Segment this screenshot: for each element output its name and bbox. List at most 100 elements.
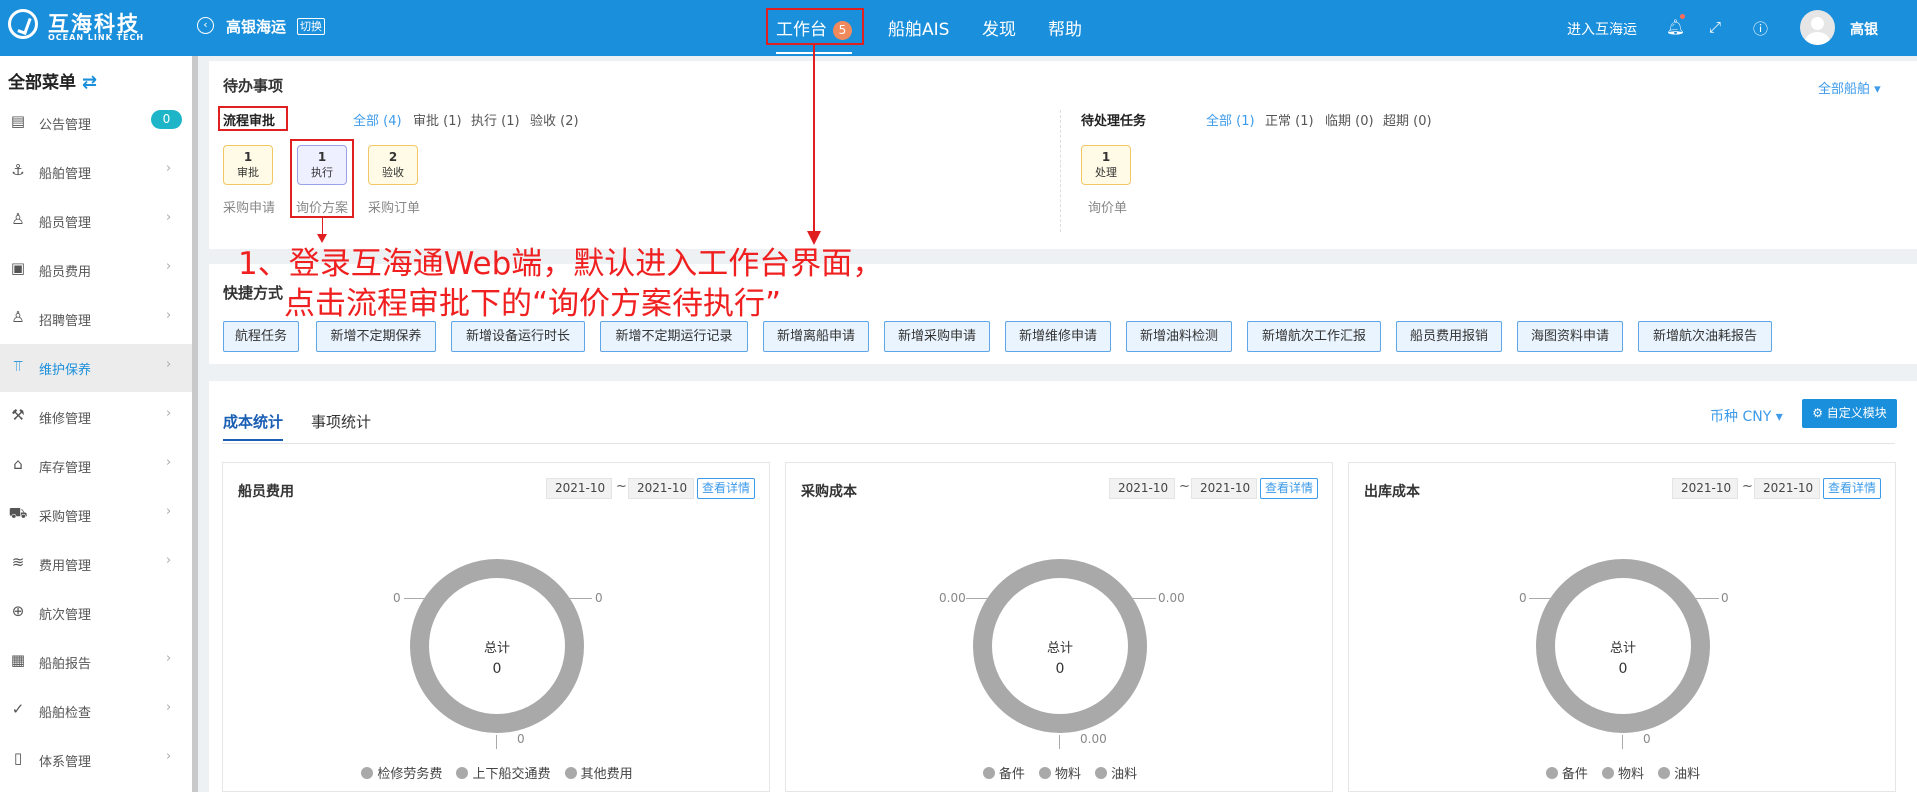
chart-legend: 检修劳务费 上下船交通费 其他费用 [223, 763, 771, 782]
shortcut-add-irregular-maintenance-button[interactable]: 新增不定期保养 [316, 321, 436, 352]
shortcut-crew-expense-claim-button[interactable]: 船员费用报销 [1396, 321, 1502, 352]
fullscreen-icon[interactable]: ⤢ [1709, 18, 1721, 36]
menu-title-label: 全部菜单 [8, 73, 76, 93]
date-from-input[interactable]: 2021-10 [1672, 478, 1738, 499]
coins-icon: ≋ [11, 553, 25, 571]
outbound-cost-card: 出库成本 2021-10 ~ 2021-10 查看详情 总计 0 0 0 0 备… [1348, 462, 1896, 792]
view-details-button[interactable]: 查看详情 [1823, 478, 1881, 499]
card-title: 采购成本 [801, 484, 857, 500]
sidebar-item-crew-expenses[interactable]: ▣ 船员费用 › [0, 246, 192, 294]
approval-filter-all[interactable]: 全部 (4) [353, 110, 402, 129]
all-ships-dropdown[interactable]: 全部船舶 ▾ [1818, 78, 1881, 97]
card-title: 船员费用 [238, 484, 294, 500]
pending-filter-overdue[interactable]: 超期 (0) [1383, 110, 1432, 129]
sidebar-item-costs[interactable]: ≋ 费用管理 › [0, 540, 192, 588]
username[interactable]: 高银 [1850, 19, 1878, 39]
custom-module-label: 自定义模块 [1826, 406, 1887, 420]
view-details-button[interactable]: 查看详情 [1260, 478, 1318, 499]
sidebar-item-repairs[interactable]: ⚒︎ 维修管理 › [0, 393, 192, 441]
currency-dropdown[interactable]: 币种 CNY ▾ [1710, 406, 1783, 426]
crew-expense-card: 船员费用 2021-10 ~ 2021-10 查看详情 总计 0 0 0 0 检… [222, 462, 770, 792]
date-from-input[interactable]: 2021-10 [546, 478, 612, 499]
menu-title: 全部菜单 ⇄ [8, 68, 97, 93]
sidebar-item-inspections[interactable]: ✓ 船舶检查 › [0, 687, 192, 735]
sidebar-item-voyages[interactable]: ⊕ 航次管理 [0, 589, 192, 637]
legend-item[interactable]: 备件 [1545, 763, 1588, 782]
date-to-input[interactable]: 2021-10 [1754, 478, 1820, 499]
nav-discover[interactable]: 发现 [982, 15, 1016, 40]
sidebar-item-label: 维护保养 [39, 363, 92, 378]
sidebar-item-ships[interactable]: ⚓︎ 船舶管理 › [0, 148, 192, 196]
switch-company-button[interactable]: 切换 [297, 18, 325, 35]
swap-icon[interactable]: ⇄ [82, 72, 97, 93]
shortcut-add-voyage-report-button[interactable]: 新增航次工作汇报 [1247, 321, 1381, 352]
view-details-button[interactable]: 查看详情 [697, 478, 755, 499]
task-approve-box[interactable]: 1 审批 [223, 145, 273, 185]
shortcut-chart-material-request-button[interactable]: 海图资料申请 [1517, 321, 1623, 352]
shortcut-voyage-task-button[interactable]: 航程任务 [223, 321, 299, 352]
shortcut-add-purchase-request-button[interactable]: 新增采购申请 [884, 321, 990, 352]
legend-dot-icon [1038, 767, 1051, 779]
shortcut-add-irregular-run-record-button[interactable]: 新增不定期运行记录 [600, 321, 748, 352]
date-to-input[interactable]: 2021-10 [1191, 478, 1257, 499]
enter-platform-link[interactable]: 进入互海运 [1567, 19, 1637, 39]
donut-total-value: 0 [492, 661, 502, 677]
tab-divider [222, 443, 1895, 444]
nav-help[interactable]: 帮助 [1048, 15, 1082, 40]
sidebar-item-inventory[interactable]: ⌂ 库存管理 › [0, 442, 192, 490]
legend-item[interactable]: 其他费用 [564, 763, 633, 782]
legend-label: 其他费用 [580, 767, 633, 782]
approval-filter-accept[interactable]: 验收 (2) [530, 110, 579, 129]
sidebar-item-label: 船舶检查 [39, 706, 92, 721]
task-handle-box[interactable]: 1 处理 [1081, 145, 1131, 185]
legend-item[interactable]: 备件 [982, 763, 1025, 782]
pending-filter-all[interactable]: 全部 (1) [1206, 110, 1255, 129]
date-to-input[interactable]: 2021-10 [628, 478, 694, 499]
legend-item[interactable]: 检修劳务费 [361, 763, 442, 782]
sidebar-item-ship-reports[interactable]: ▦ 船舶报告 › [0, 638, 192, 686]
pending-filter-normal[interactable]: 正常 (1) [1265, 110, 1314, 129]
shortcut-add-leave-ship-request-button[interactable]: 新增离船申请 [763, 321, 869, 352]
shortcut-add-repair-request-button[interactable]: 新增维修申请 [1005, 321, 1111, 352]
custom-module-button[interactable]: ⚙ 自定义模块 [1802, 399, 1897, 428]
chevron-right-icon: › [166, 357, 172, 372]
nav-ship-ais[interactable]: 船舶AIS [888, 15, 949, 40]
legend-item[interactable]: 油料 [1658, 763, 1700, 782]
sidebar-item-system[interactable]: ▯ 体系管理 › [0, 736, 192, 784]
avatar[interactable] [1800, 10, 1835, 45]
help-icon[interactable]: ⓘ [1753, 18, 1768, 39]
pending-filter-due-soon[interactable]: 临期 (0) [1325, 110, 1374, 129]
shortcut-add-equipment-runtime-button[interactable]: 新增设备运行时长 [451, 321, 585, 352]
sidebar-item-label: 库存管理 [39, 461, 92, 476]
leader-line [404, 598, 434, 599]
legend-label: 油料 [1111, 767, 1138, 782]
approval-filter-execute[interactable]: 执行 (1) [471, 110, 520, 129]
legend-label: 上下船交通费 [472, 767, 551, 782]
approval-filter-approve[interactable]: 审批 (1) [413, 110, 462, 129]
date-from-input[interactable]: 2021-10 [1109, 478, 1175, 499]
back-icon[interactable]: ‹ [197, 17, 214, 34]
sidebar-item-label: 维修管理 [39, 412, 92, 427]
wrench-icon: ⚒︎ [11, 406, 25, 424]
maintenance-icon: ⫪ [13, 357, 23, 375]
sidebar-item-crew[interactable]: ♙ 船员管理 › [0, 197, 192, 245]
sidebar-item-label: 船舶报告 [39, 657, 92, 672]
tab-cost-stats[interactable]: 成本统计 [223, 411, 284, 441]
sidebar-item-purchasing[interactable]: ⛟ 采购管理 › [0, 491, 192, 539]
shortcut-add-oil-test-button[interactable]: 新增油料检测 [1126, 321, 1232, 352]
company-logo-icon [8, 9, 38, 39]
legend-item[interactable]: 油料 [1095, 763, 1137, 782]
legend-item[interactable]: 上下船交通费 [456, 763, 551, 782]
legend-item[interactable]: 物料 [1038, 763, 1081, 782]
tab-item-stats[interactable]: 事项统计 [311, 411, 371, 432]
legend-item[interactable]: 物料 [1601, 763, 1644, 782]
sidebar-item-recruitment[interactable]: ♙ 招聘管理 › [0, 295, 192, 343]
todo-panel [209, 61, 1917, 249]
sidebar-item-maintenance[interactable]: ⫪ 维护保养 › [0, 344, 192, 392]
shortcut-add-voyage-fuel-report-button[interactable]: 新增航次油耗报告 [1638, 321, 1772, 352]
legend-label: 油料 [1674, 767, 1701, 782]
task-accept-box[interactable]: 2 验收 [368, 145, 418, 185]
bell-icon[interactable]: 🔔︎ [1666, 18, 1685, 36]
sidebar-scrollbar[interactable] [192, 56, 198, 792]
date-separator: ~ [616, 479, 627, 494]
